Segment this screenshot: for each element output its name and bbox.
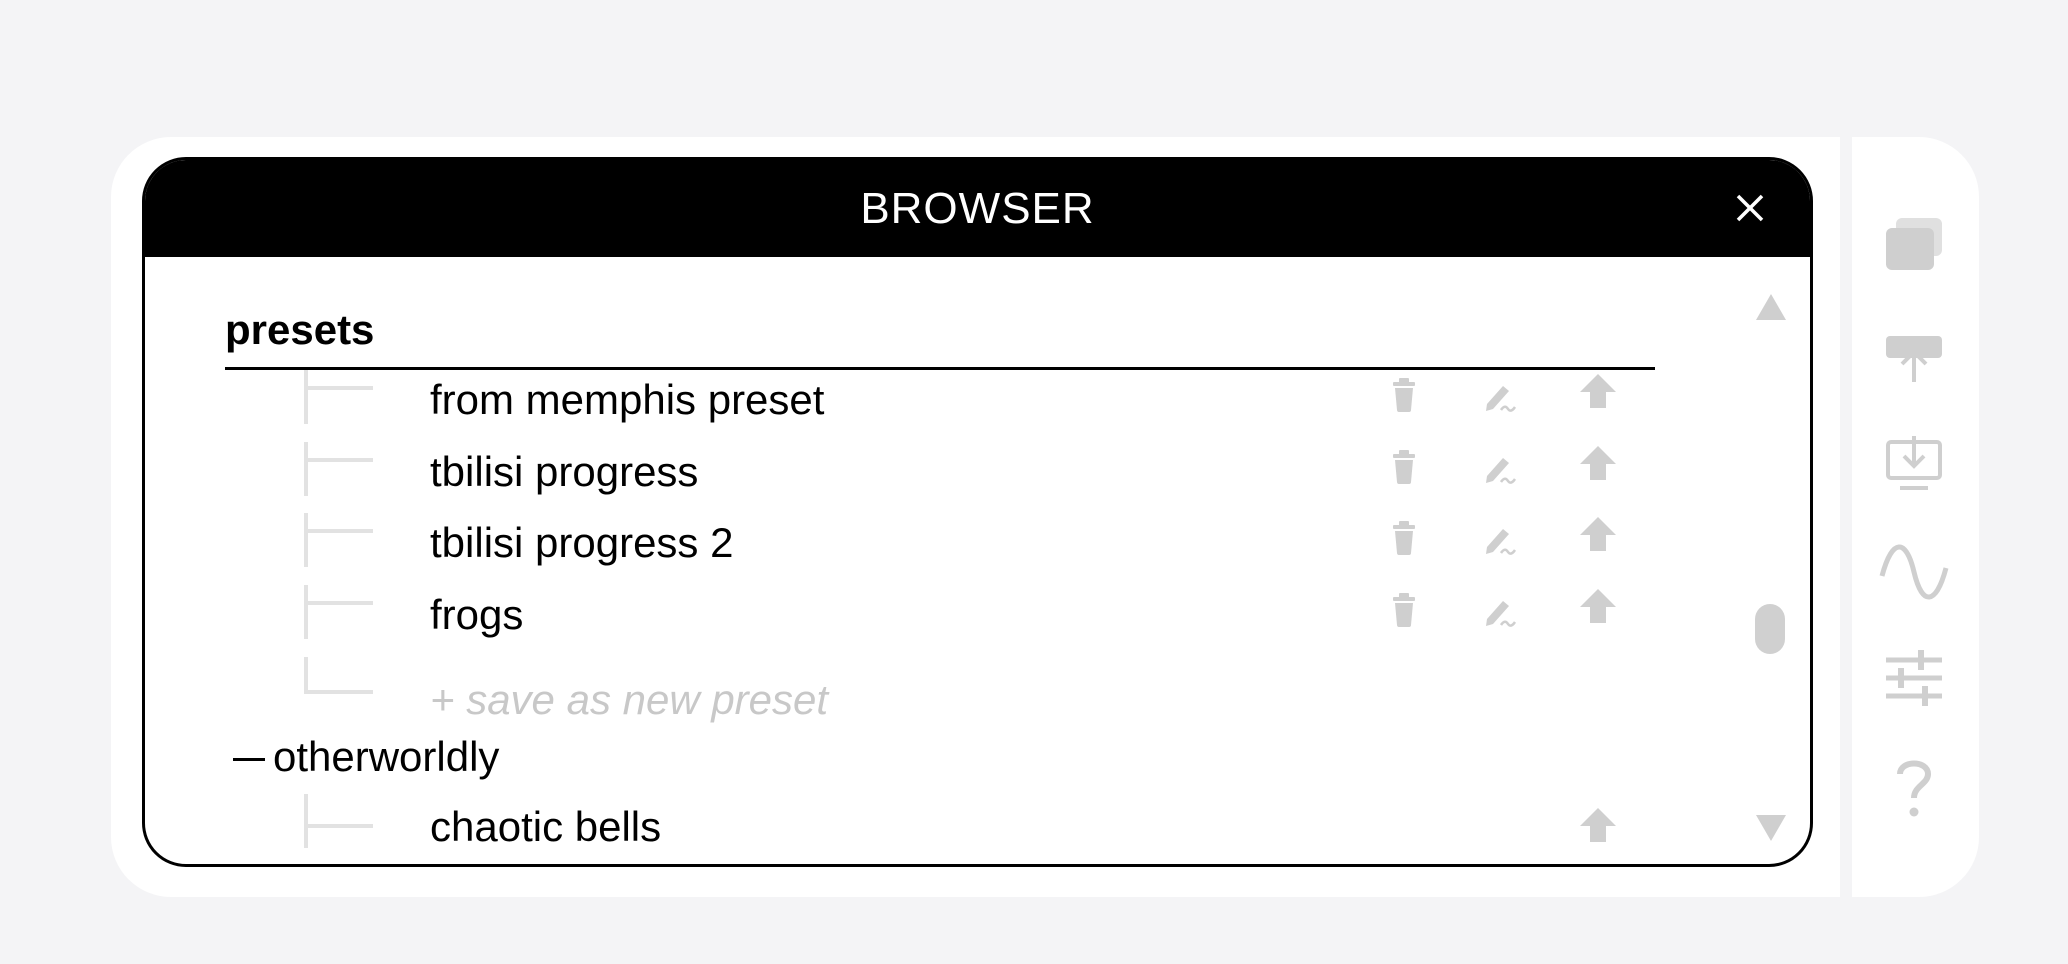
upload-preset-button[interactable] xyxy=(1575,585,1621,635)
section-title: presets xyxy=(225,306,375,353)
upload-icon xyxy=(1580,517,1616,551)
preset-label[interactable]: tbilisi progress 2 xyxy=(430,519,733,567)
rename-icon xyxy=(1486,458,1517,484)
help-button[interactable] xyxy=(1878,752,1950,824)
preset-row[interactable]: from memphis preset xyxy=(145,370,1705,442)
group-label: otherworldly xyxy=(273,733,500,780)
delete-preset-button[interactable] xyxy=(1380,513,1426,563)
preset-row[interactable]: chaotic bells xyxy=(145,794,1705,864)
upload-preset-button[interactable] xyxy=(1575,804,1621,854)
rename-preset-button[interactable] xyxy=(1477,513,1523,563)
upload-icon xyxy=(1580,808,1616,842)
help-icon xyxy=(1897,760,1932,817)
tree-branch-end-icon xyxy=(304,657,373,694)
rename-icon xyxy=(1486,601,1517,627)
scroll-up-button[interactable] xyxy=(1754,292,1788,322)
preset-row[interactable]: frogs xyxy=(145,585,1705,657)
upload-preset-button[interactable] xyxy=(1575,442,1621,492)
delete-preset-button[interactable] xyxy=(1380,370,1426,420)
upload-to-device-button[interactable] xyxy=(1878,322,1950,394)
window-title: BROWSER xyxy=(860,184,1095,233)
trash-icon xyxy=(1393,378,1415,412)
preset-row[interactable]: tbilisi progress xyxy=(145,442,1705,514)
collapse-dash-icon xyxy=(233,758,265,761)
upload-to-device-icon xyxy=(1886,336,1942,382)
tree-branch-icon xyxy=(304,370,373,424)
title-bar: BROWSER xyxy=(145,160,1810,257)
sliders-icon xyxy=(1886,650,1942,706)
rename-preset-button[interactable] xyxy=(1477,585,1523,635)
tree-branch-icon xyxy=(304,442,373,496)
waveform-button[interactable] xyxy=(1878,536,1950,608)
preset-label[interactable]: tbilisi progress xyxy=(430,448,698,496)
preset-label[interactable]: chaotic bells xyxy=(430,803,661,851)
download-to-computer-button[interactable] xyxy=(1878,430,1950,502)
upload-icon xyxy=(1580,374,1616,408)
trash-icon xyxy=(1393,450,1415,484)
sine-wave-icon xyxy=(1879,544,1949,600)
tree-branch-icon xyxy=(304,513,373,567)
scroll-down-button[interactable] xyxy=(1754,813,1788,843)
rename-preset-button[interactable] xyxy=(1477,442,1523,492)
tree-branch-icon xyxy=(304,585,373,639)
tree-branch-icon xyxy=(304,794,373,848)
triangle-down-icon xyxy=(1756,815,1786,841)
windows-icon xyxy=(1886,218,1942,270)
browser-window: BROWSER presets from memphis preset tbil… xyxy=(142,157,1813,867)
save-new-preset-row[interactable]: + save as new preset xyxy=(145,657,1705,729)
preset-label[interactable]: frogs xyxy=(430,591,523,639)
delete-preset-button[interactable] xyxy=(1380,442,1426,492)
close-icon xyxy=(1736,194,1764,222)
delete-preset-button[interactable] xyxy=(1380,585,1426,635)
rename-icon xyxy=(1486,529,1517,555)
download-to-computer-icon xyxy=(1886,436,1942,490)
upload-preset-button[interactable] xyxy=(1575,370,1621,420)
trash-icon xyxy=(1393,521,1415,555)
scrollbar-thumb[interactable] xyxy=(1755,604,1785,654)
group-otherworldly[interactable]: otherworldly xyxy=(233,727,833,787)
triangle-up-icon xyxy=(1756,294,1786,320)
save-new-preset-button[interactable]: + save as new preset xyxy=(430,676,828,724)
settings-sliders-button[interactable] xyxy=(1878,642,1950,714)
trash-icon xyxy=(1393,593,1415,627)
rename-preset-button[interactable] xyxy=(1477,370,1523,420)
upload-preset-button[interactable] xyxy=(1575,513,1621,563)
upload-icon xyxy=(1580,446,1616,480)
rename-icon xyxy=(1486,386,1517,412)
close-button[interactable] xyxy=(1732,190,1768,226)
windows-button[interactable] xyxy=(1878,210,1950,282)
preset-row[interactable]: tbilisi progress 2 xyxy=(145,513,1705,585)
preset-label[interactable]: from memphis preset xyxy=(430,376,824,424)
upload-icon xyxy=(1580,589,1616,623)
